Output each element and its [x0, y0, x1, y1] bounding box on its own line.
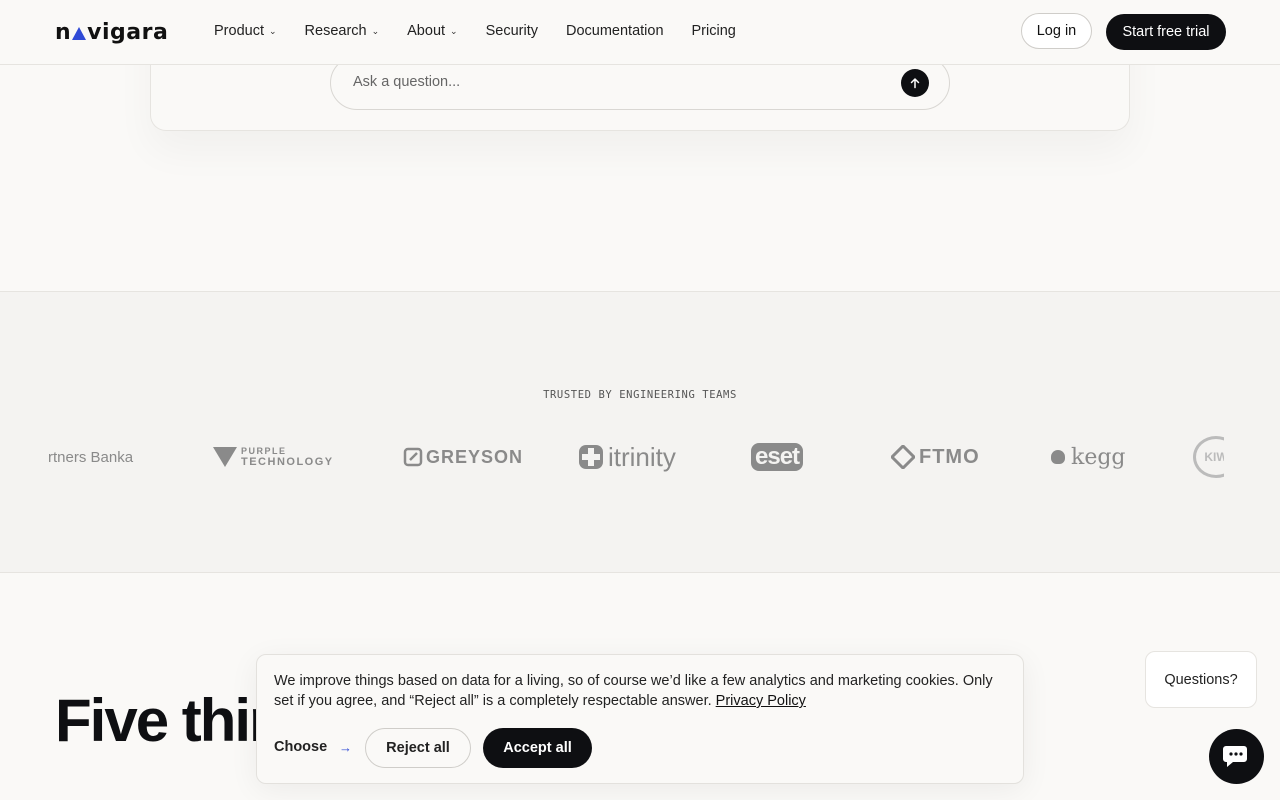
- logo-text-right: vigara: [87, 20, 169, 45]
- nav-item-label: About: [407, 23, 446, 39]
- ask-question-input[interactable]: [351, 73, 895, 91]
- logo-label-bottom: TECHNOLOGY: [241, 456, 334, 468]
- cookie-text: We improve things based on data for a li…: [274, 671, 1009, 711]
- itrinity-logo: itrinity: [578, 432, 676, 482]
- logo-label: rtners Banka: [48, 448, 134, 466]
- arrow-right-icon: →: [339, 740, 352, 755]
- nav-item-label: Documentation: [565, 23, 664, 39]
- eset-logo: eset: [751, 432, 804, 482]
- reject-all-button[interactable]: Reject all: [365, 728, 471, 768]
- logo-label: KIW: [1193, 436, 1224, 478]
- trusted-by-section: TRUSTED BY ENGINEERING TEAMS rtners Bank…: [0, 291, 1280, 573]
- greyson-logo: GREYSON: [403, 432, 523, 482]
- login-button[interactable]: Log in: [1021, 13, 1092, 49]
- logo-text-left: n: [55, 20, 72, 45]
- logo-label: FTMO: [919, 445, 980, 468]
- section-headline: Five thin: [55, 687, 286, 754]
- chevron-down-icon: ⌄: [268, 25, 277, 36]
- itrinity-mark-icon: [579, 445, 603, 469]
- logo-label: kegg: [1071, 444, 1126, 470]
- nav-item-label: Pricing: [691, 23, 736, 39]
- kegg-mark-icon: [1051, 450, 1065, 464]
- choose-button[interactable]: Choose: [274, 739, 327, 755]
- nav-item-about[interactable]: About ⌄: [407, 23, 457, 39]
- partners-banka-logo: rtners Banka: [48, 432, 133, 482]
- nav-item-product[interactable]: Product ⌄: [214, 23, 277, 39]
- nav-item-label: Product: [214, 23, 264, 39]
- top-navigation: n vigara Product ⌄ Research ⌄ About ⌄ Securi…: [0, 0, 1280, 65]
- kiwi-logo: KIW: [1193, 432, 1224, 482]
- send-button[interactable]: [901, 69, 929, 97]
- start-free-trial-button[interactable]: Start free trial: [1106, 14, 1226, 50]
- navigara-logo[interactable]: n vigara: [55, 20, 168, 45]
- purple-technology-mark-icon: [213, 447, 237, 467]
- trusted-title: TRUSTED BY ENGINEERING TEAMS: [543, 389, 737, 401]
- nav-item-documentation[interactable]: Documentation: [566, 23, 664, 39]
- logo-triangle-icon: [72, 27, 87, 40]
- customer-logos: rtners Banka PURPLE TECHNOLOGY GREYSON i…: [48, 432, 1224, 482]
- accept-all-button[interactable]: Accept all: [483, 728, 592, 768]
- nav-item-research[interactable]: Research ⌄: [305, 23, 380, 39]
- questions-tooltip[interactable]: Questions?: [1145, 651, 1257, 708]
- ftmo-mark-icon: [891, 445, 915, 469]
- cookie-banner: We improve things based on data for a li…: [256, 654, 1024, 784]
- nav-item-security[interactable]: Security: [486, 23, 538, 39]
- purple-technology-logo: PURPLE TECHNOLOGY: [213, 432, 334, 482]
- privacy-policy-link[interactable]: Privacy Policy: [716, 693, 806, 709]
- nav-item-label: Security: [485, 23, 538, 39]
- greyson-mark-icon: [403, 447, 423, 467]
- logo-label: GREYSON: [426, 446, 524, 467]
- kegg-logo: kegg: [1051, 432, 1126, 482]
- logo-label: eset: [751, 443, 804, 471]
- cookie-message: We improve things based on data for a li…: [274, 673, 993, 709]
- nav-item-pricing[interactable]: Pricing: [692, 23, 736, 39]
- arrow-up-icon: [910, 78, 920, 89]
- chevron-down-icon: ⌄: [371, 25, 380, 36]
- ftmo-logo: FTMO: [891, 432, 980, 482]
- logo-label: itrinity: [608, 441, 676, 472]
- main-menu: Product ⌄ Research ⌄ About ⌄ Security Docum…: [214, 23, 736, 39]
- chat-bubble-icon: [1222, 745, 1247, 767]
- chevron-down-icon: ⌄: [450, 25, 458, 36]
- nav-item-label: Research: [304, 23, 367, 39]
- chat-launcher-button[interactable]: [1209, 729, 1264, 784]
